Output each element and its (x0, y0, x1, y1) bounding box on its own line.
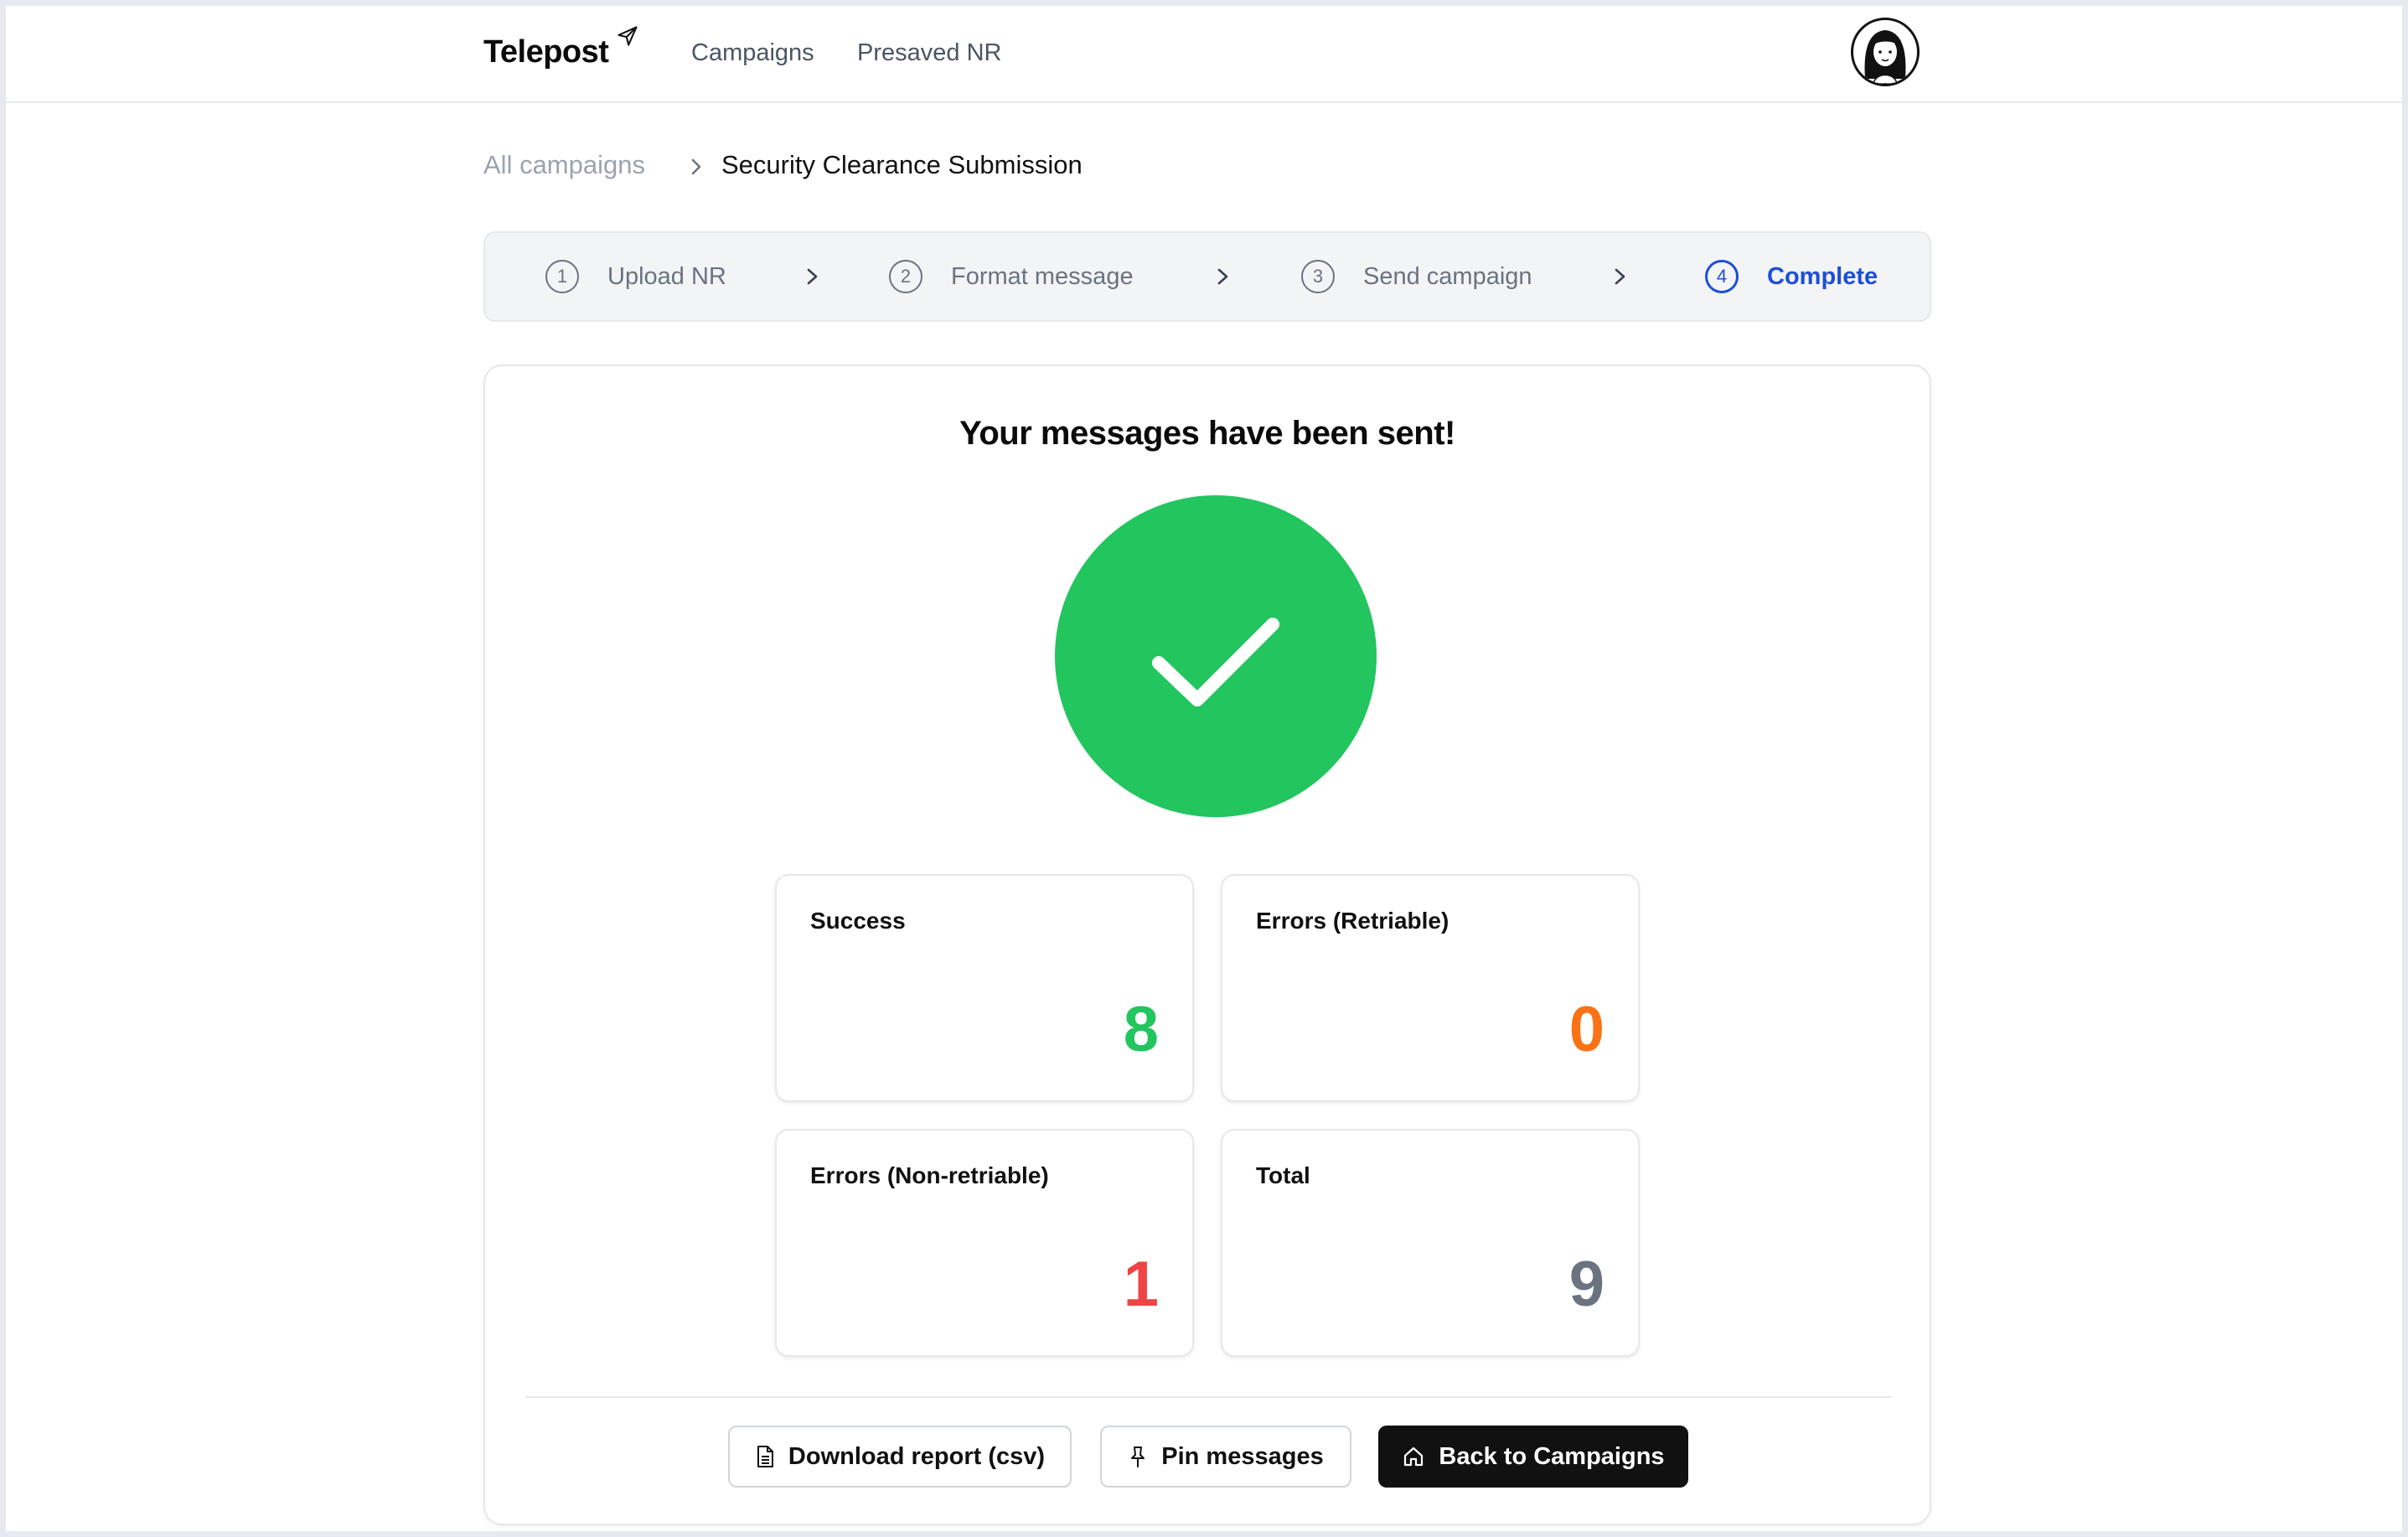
chevron-right-icon (807, 268, 818, 285)
chevron-right-icon (691, 158, 701, 175)
step-send-campaign[interactable]: 3 Send campaign (1301, 233, 1532, 320)
pin-messages-label: Pin messages (1161, 1442, 1324, 1470)
step-label: Send campaign (1363, 262, 1532, 290)
stat-value: 1 (1123, 1249, 1159, 1320)
result-card: Your messages have been sent! Success 8 … (483, 365, 1931, 1525)
stat-label: Errors (Non-retriable) (810, 1162, 1049, 1188)
stat-label: Errors (Retriable) (1256, 908, 1449, 934)
stat-value: 9 (1568, 1249, 1604, 1320)
file-icon (757, 1446, 773, 1467)
stat-success: Success 8 (775, 874, 1194, 1102)
pin-messages-button[interactable]: Pin messages (1100, 1426, 1351, 1488)
step-complete[interactable]: 4 Complete (1705, 233, 1878, 320)
progress-stepper: 1 Upload NR 2 Format message 3 Send camp… (483, 231, 1931, 322)
step-label: Complete (1767, 262, 1878, 290)
top-navbar: Telepost Campaigns Presaved NR (6, 6, 2402, 103)
step-number: 4 (1705, 260, 1739, 293)
step-format-message[interactable]: 2 Format message (889, 233, 1134, 320)
stat-value: 0 (1568, 994, 1604, 1065)
breadcrumb-current: Security Clearance Submission (721, 150, 1083, 179)
app-window: Telepost Campaigns Presaved NR All campa… (6, 6, 2402, 1531)
step-number: 1 (545, 260, 579, 293)
stat-errors-retriable: Errors (Retriable) 0 (1221, 874, 1640, 1102)
download-report-label: Download report (csv) (788, 1442, 1046, 1470)
step-number: 2 (889, 260, 922, 293)
result-title: Your messages have been sent! (959, 415, 1455, 452)
step-label: Format message (951, 262, 1134, 290)
stat-label: Total (1256, 1162, 1310, 1188)
step-number: 3 (1301, 260, 1335, 293)
chevron-right-icon (1615, 268, 1625, 285)
stat-total: Total 9 (1221, 1129, 1640, 1357)
checkmark-icon (1152, 618, 1279, 706)
avatar[interactable] (1851, 18, 1920, 86)
step-label: Upload NR (607, 262, 726, 290)
nav-presaved-nr[interactable]: Presaved NR (857, 39, 1001, 67)
send-icon (618, 26, 638, 46)
home-icon (1404, 1446, 1424, 1467)
step-upload-nr[interactable]: 1 Upload NR (545, 233, 726, 320)
back-to-campaigns-button[interactable]: Back to Campaigns (1378, 1426, 1688, 1488)
nav-campaigns[interactable]: Campaigns (691, 39, 814, 67)
download-report-button[interactable]: Download report (csv) (728, 1426, 1072, 1488)
success-circle (1055, 495, 1377, 817)
stat-label: Success (810, 908, 906, 934)
back-to-campaigns-label: Back to Campaigns (1439, 1442, 1665, 1470)
divider (525, 1396, 1891, 1398)
chevron-right-icon (1217, 268, 1228, 285)
stat-value: 8 (1123, 994, 1159, 1065)
breadcrumb-all-campaigns[interactable]: All campaigns (483, 150, 645, 180)
brand-logo[interactable]: Telepost (483, 34, 609, 70)
stat-errors-non-retriable: Errors (Non-retriable) 1 (775, 1129, 1194, 1357)
pin-icon (1131, 1446, 1145, 1467)
